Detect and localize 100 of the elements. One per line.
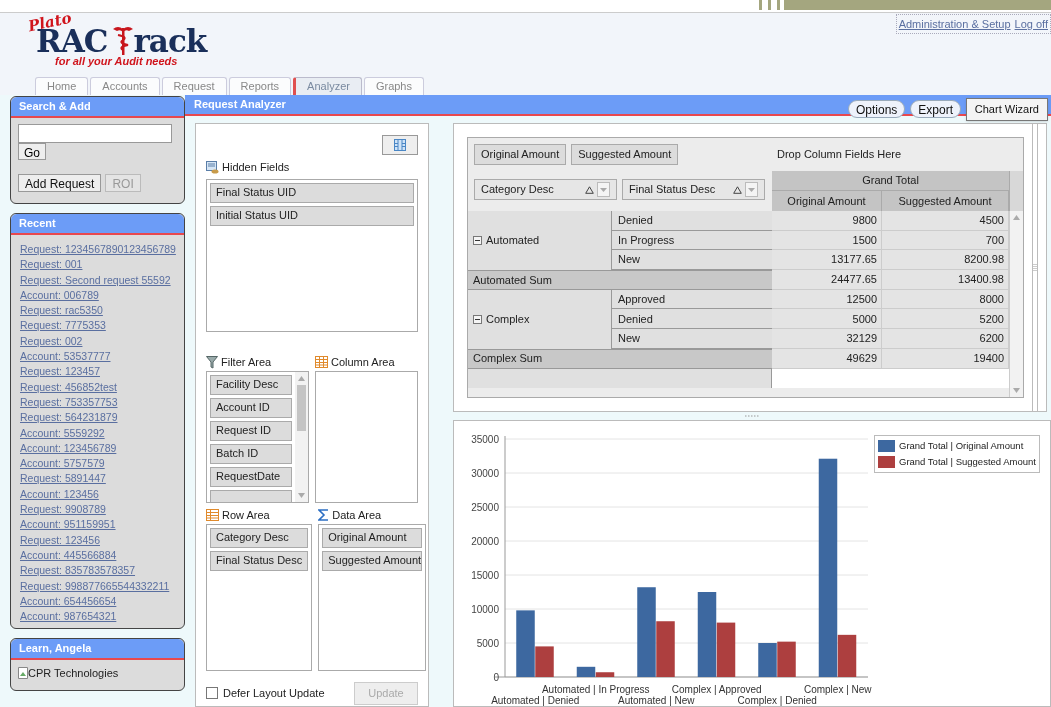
value-cell: 12500 — [772, 289, 882, 310]
splitter[interactable] — [1032, 124, 1038, 411]
recent-link[interactable]: Request: 835783578357 — [20, 563, 136, 579]
toolbar-button[interactable]: Options — [847, 99, 906, 118]
sort-icon[interactable] — [585, 185, 594, 194]
value-cell: 1500 — [772, 230, 882, 251]
recent-link[interactable]: Request: 5891447 — [20, 471, 106, 487]
group-label: Automated — [486, 233, 540, 249]
axis-label: 20000 — [471, 535, 499, 547]
subtotal-cell: Automated Sum — [468, 270, 772, 290]
field-item[interactable]: Original Amount — [322, 527, 423, 548]
panel-header: Learn, Angela — [11, 639, 184, 660]
table-icon — [315, 356, 328, 368]
recent-link[interactable]: Account: 654456654 — [20, 593, 117, 610]
nav-tab[interactable]: Accounts — [90, 77, 160, 95]
axis-label: 5000 — [476, 637, 499, 649]
recent-link[interactable]: Request: Second request 55592 — [20, 272, 171, 288]
field-name: Final Status Desc — [629, 182, 716, 198]
recent-link[interactable]: Request: 9908789 — [20, 502, 106, 518]
column-header: Suggested Amount — [882, 191, 1009, 211]
field-item[interactable]: RequestDate — [210, 466, 292, 487]
recent-link[interactable]: Request: 002 — [20, 333, 83, 350]
value-cell: 13177.65 — [772, 250, 882, 271]
header-link[interactable]: Log off — [1014, 15, 1048, 33]
axis-label: Automated | Denied — [491, 695, 580, 706]
value-cell: 32129 — [772, 329, 882, 349]
axis-label: 25000 — [471, 501, 499, 513]
recent-link[interactable]: Request: 456852test — [20, 379, 117, 395]
action-button[interactable]: Add Request — [18, 174, 102, 192]
scroll-up-icon[interactable] — [298, 375, 305, 381]
header-link[interactable]: Administration & Setup — [898, 15, 1011, 33]
recent-link[interactable]: Request: 998877665544332211 — [20, 578, 170, 594]
drop-hint: Drop Column Fields Here — [777, 147, 902, 163]
nav-tab[interactable]: Home — [35, 77, 89, 95]
layout-button[interactable] — [382, 135, 418, 155]
field-header[interactable]: Suggested Amount — [571, 144, 679, 165]
collapse-icon[interactable] — [473, 314, 482, 324]
column-header: Grand Total — [772, 171, 1009, 191]
caduceus-icon — [111, 25, 134, 55]
recent-link[interactable]: Account: 445566884 — [20, 547, 117, 564]
scroll-up-icon[interactable] — [1013, 215, 1020, 220]
field-item[interactable]: Request ID — [210, 420, 292, 441]
panel-title: Request Analyzer — [193, 97, 286, 113]
recent-link[interactable]: Request: 123456 — [20, 532, 100, 548]
checkbox[interactable] — [206, 687, 218, 699]
recent-link[interactable]: Account: 53537777 — [20, 349, 111, 365]
collapse-icon[interactable] — [473, 236, 482, 246]
recent-link[interactable]: Request: 1234567890123456789 — [20, 242, 176, 258]
field-item[interactable]: Initial Status UID — [210, 205, 414, 226]
row-header-cell: New — [612, 329, 772, 349]
field-header[interactable]: Final Status Desc — [622, 179, 765, 200]
caret-icon — [600, 187, 607, 192]
recent-link[interactable]: Request: 564231879 — [20, 410, 118, 426]
recent-link[interactable]: Account: 5757579 — [20, 456, 105, 472]
field-item[interactable]: Account ID — [210, 397, 292, 418]
column-header: Original Amount — [772, 191, 882, 211]
sort-icon[interactable] — [733, 185, 742, 194]
nav-tab[interactable]: Analyzer — [293, 77, 362, 95]
field-item[interactable]: Batch ID — [210, 443, 292, 464]
value-cell: 5000 — [772, 309, 882, 330]
recent-link[interactable]: Account: 123456789 — [20, 440, 117, 457]
toolbar-button[interactable]: Export — [910, 99, 961, 118]
recent-link[interactable]: Account: 006789 — [20, 287, 99, 304]
field-header[interactable]: Original Amount — [474, 144, 567, 165]
field-item[interactable]: Final Status UID — [210, 182, 414, 203]
scroll-down-icon[interactable] — [1013, 388, 1020, 393]
axis-label: 15000 — [471, 569, 499, 581]
field-header[interactable]: Category Desc — [474, 179, 617, 200]
field-item[interactable]: Suggested Amount — [322, 550, 423, 571]
tooltip: Chart Wizard — [965, 98, 1048, 121]
scrollbar[interactable] — [295, 371, 308, 502]
field-item[interactable]: Final Status Desc — [210, 550, 309, 571]
nav-tab[interactable]: Graphs — [363, 77, 424, 95]
axis-label: Automated | In Progress — [541, 684, 650, 695]
scroll-down-icon[interactable] — [298, 492, 305, 498]
recent-link[interactable]: Request: 123457 — [20, 364, 100, 380]
caret-icon — [748, 187, 755, 192]
field-item[interactable]: Category Desc — [210, 527, 309, 548]
scrollbar[interactable] — [1009, 211, 1023, 397]
axis-label: Complex | Denied — [737, 695, 817, 706]
recent-link[interactable]: Request: 753357753 — [20, 394, 118, 411]
recent-link[interactable]: Account: 123456 — [20, 486, 99, 503]
recent-link[interactable]: Request: 7775353 — [20, 318, 106, 334]
nav-tab[interactable]: Reports — [228, 77, 292, 95]
bar — [758, 643, 777, 677]
row-header-cell: Denied — [612, 211, 772, 231]
area-title: Column Area — [331, 354, 395, 370]
recent-link[interactable]: Account: 951159951 — [20, 517, 116, 533]
go-button[interactable]: Go — [18, 143, 46, 160]
recent-link[interactable]: Account: 5559292 — [20, 425, 105, 441]
field-item[interactable]: Facility Desc — [210, 374, 292, 395]
recent-link[interactable]: Account: 987654321 — [20, 609, 117, 625]
nav-tab[interactable]: Request — [161, 77, 227, 95]
row-header-cell: In Progress — [612, 230, 772, 251]
area-title: Data Area — [332, 507, 382, 523]
grip-icon — [1033, 262, 1037, 273]
recent-link[interactable]: Request: 001 — [20, 257, 83, 273]
value-cell: 19400 — [882, 348, 1009, 369]
search-field[interactable] — [18, 124, 172, 143]
recent-link[interactable]: Request: rac5350 — [20, 303, 103, 319]
